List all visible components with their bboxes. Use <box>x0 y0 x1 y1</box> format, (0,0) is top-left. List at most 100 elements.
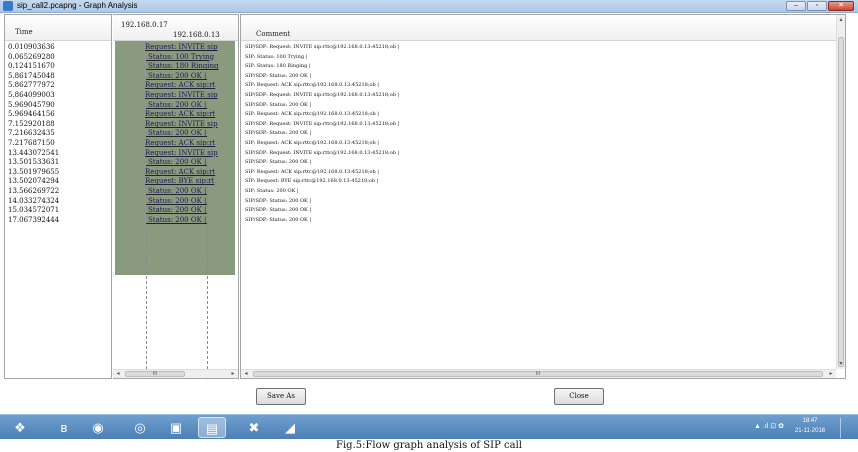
clock-date[interactable]: 21-11-2016 <box>790 428 830 434</box>
comment-cell[interactable]: SIP/SDP: Status: 200 OK | <box>245 129 311 138</box>
show-desktop-button[interactable] <box>840 418 852 438</box>
minimize-button[interactable]: – <box>786 1 806 11</box>
time-cell[interactable]: 7.152920188 <box>8 120 55 129</box>
time-cell[interactable]: 13.501979655 <box>8 168 59 177</box>
time-cell[interactable]: 7.216632435 <box>8 129 55 138</box>
flow-arrow-row[interactable]: Request: ACK sip:rt <box>115 168 235 177</box>
time-panel: Time 0.010903636 0.065269280 0.124151670 5.… <box>4 14 112 379</box>
comment-vscroll-thumb[interactable] <box>838 37 844 367</box>
wireshark-taskbar-icon[interactable]: ◢ <box>276 417 304 438</box>
flow-arrow-row[interactable]: Status: 180 Ringing <box>115 62 235 71</box>
arrow-left-line <box>146 213 207 215</box>
comment-vertical-scrollbar[interactable]: ▴ ▾ <box>836 15 845 369</box>
time-cell[interactable]: 15.034572071 <box>8 206 59 215</box>
arrow-right-line <box>146 126 207 128</box>
comment-scroll-left-arrow[interactable]: ◂ <box>242 370 250 378</box>
comment-cell[interactable]: SIP: Request: ACK sip:rttc@192.168.0.13:… <box>245 139 379 148</box>
time-cell[interactable]: 7.217687150 <box>8 139 55 148</box>
flow-scroll-left-arrow[interactable]: ◂ <box>114 370 122 378</box>
time-cell[interactable]: 13.443072541 <box>8 149 59 158</box>
figure-caption: Fig.5:Flow graph analysis of SIP call <box>336 440 522 451</box>
arrow-right-line <box>146 117 207 119</box>
bluetooth-taskbar-icon[interactable]: ʙ <box>50 417 78 438</box>
comment-cell[interactable]: SIP: Request: ACK sip:rttc@192.168.0.13:… <box>245 81 379 90</box>
close-window-button[interactable]: ✕ <box>828 1 854 11</box>
flow-arrow-row[interactable]: Request: ACK sip:rt <box>115 81 235 90</box>
time-cell[interactable]: 13.501533631 <box>8 158 59 167</box>
arrow-right-line <box>146 146 207 147</box>
time-cell[interactable]: 0.010903636 <box>8 43 55 52</box>
flow-arrow-row[interactable]: Status: 200 OK | <box>115 197 235 206</box>
comment-scroll-thumb[interactable]: III <box>253 371 823 377</box>
comment-cell[interactable]: SIP/SDP: Request: INVITE sip:rttc@192.16… <box>245 43 399 52</box>
comment-cell[interactable]: SIP/SDP: Status: 200 OK | <box>245 72 311 81</box>
flow-arrow-row[interactable]: Status: 100 Trying <box>115 53 235 62</box>
comment-cell[interactable]: SIP: Request: BYE sip:rttc@192.168.0.13:… <box>245 177 378 186</box>
flow-arrow-row[interactable]: Request: ACK sip:rt <box>115 110 235 119</box>
flow-arrow-row[interactable]: Status: 200 OK | <box>115 187 235 196</box>
time-cell[interactable]: 0.065269280 <box>8 53 55 62</box>
comment-scroll-down-arrow[interactable]: ▾ <box>837 360 845 368</box>
comment-cell[interactable]: SIP/SDP: Request: INVITE sip:rttc@192.16… <box>245 149 399 158</box>
arrow-left-line <box>146 203 207 205</box>
flow-arrow-row[interactable]: Request: INVITE sip <box>115 43 235 52</box>
comment-cell[interactable]: SIP: Request: ACK sip:rttc@192.168.0.13:… <box>245 110 379 119</box>
flow-arrow-row[interactable]: Request: INVITE sip <box>115 120 235 129</box>
flow-arrow-row[interactable]: Status: 200 OK | <box>115 72 235 81</box>
arrow-left-line <box>146 107 207 109</box>
flow-arrow-row[interactable]: Request: INVITE sip <box>115 149 235 158</box>
flow-arrow-row[interactable]: Status: 200 OK | <box>115 101 235 110</box>
time-cell[interactable]: 17.067392444 <box>8 216 59 225</box>
time-cell[interactable]: 5.862777972 <box>8 81 55 90</box>
flow-arrow-row[interactable]: Request: INVITE sip <box>115 91 235 100</box>
comment-cell[interactable]: SIP: Request: ACK sip:rttc@192.168.0.13:… <box>245 168 379 177</box>
comment-scroll-right-arrow[interactable]: ▸ <box>827 370 835 378</box>
time-cell[interactable]: 5.969045790 <box>8 101 55 110</box>
clock-time[interactable]: 18:47 <box>790 418 830 424</box>
system-tray: ▲ .ıl ⊡ ✿ 18:47 21-11-2016 <box>732 418 852 438</box>
maximize-button[interactable]: ▫ <box>807 1 827 11</box>
time-cell[interactable]: 13.502074294 <box>8 177 59 186</box>
comment-cell[interactable]: SIP: Status: 200 OK | <box>245 187 299 196</box>
comment-cell[interactable]: SIP/SDP: Request: INVITE sip:rttc@192.16… <box>245 120 399 129</box>
firefox-taskbar-icon[interactable]: ◉ <box>84 417 112 438</box>
comment-header-label: Comment <box>256 30 291 38</box>
flow-arrow-row[interactable]: Status: 200 OK | <box>115 129 235 138</box>
save-as-button[interactable]: Save As <box>256 388 306 405</box>
comment-cell[interactable]: SIP/SDP: Status: 200 OK | <box>245 158 311 167</box>
title-bar: sip_call2.pcapng - Graph Analysis – ▫ ✕ <box>0 0 858 13</box>
time-cell[interactable]: 5.969464156 <box>8 110 55 119</box>
flow-arrow-row[interactable]: Status: 200 OK | <box>115 216 235 225</box>
start-button[interactable]: ❖ <box>6 417 34 438</box>
flow-scroll-thumb[interactable]: III <box>125 371 185 377</box>
chrome-taskbar-icon[interactable]: ◎ <box>126 417 154 438</box>
time-cell[interactable]: 13.566269722 <box>8 187 59 196</box>
comment-horizontal-scrollbar[interactable]: ◂ III ▸ <box>241 369 836 378</box>
time-cell[interactable]: 14.033274324 <box>8 197 59 206</box>
screen-taskbar-icon[interactable]: ▣ <box>162 417 190 438</box>
comment-cell[interactable]: SIP/SDP: Request: INVITE sip:rttc@192.16… <box>245 91 399 100</box>
folder-taskbar-icon[interactable]: ▤ <box>198 417 226 438</box>
comment-scroll-up-arrow[interactable]: ▴ <box>837 16 845 24</box>
arrow-left-line <box>146 165 207 167</box>
comment-cell[interactable]: SIP/SDP: Status: 200 OK | <box>245 197 311 206</box>
flow-horizontal-scrollbar[interactable]: ◂ III ▸ <box>113 369 238 378</box>
comment-cell[interactable]: SIP: Status: 180 Ringing | <box>245 62 311 71</box>
close-button[interactable]: Close <box>554 388 604 405</box>
arrow-right-line <box>146 98 207 99</box>
comment-cell[interactable]: SIP/SDP: Status: 200 OK | <box>245 101 311 110</box>
flow-scroll-right-arrow[interactable]: ▸ <box>229 370 237 378</box>
comment-cell[interactable]: SIP/SDP: Status: 200 OK | <box>245 206 311 215</box>
time-cell[interactable]: 5.864099003 <box>8 91 55 100</box>
comment-cell[interactable]: SIP/SDP: Status: 200 OK | <box>245 216 311 225</box>
time-cell[interactable]: 5.861745048 <box>8 72 55 81</box>
flow-arrow-row[interactable]: Status: 200 OK | <box>115 158 235 167</box>
flow-arrow-row[interactable]: Request: ACK sip:rt <box>115 139 235 148</box>
flow-arrow-row[interactable]: Request: BYE sip:rt <box>115 177 235 186</box>
tool-taskbar-icon[interactable]: ✖ <box>240 417 268 438</box>
flow-arrow-row[interactable]: Status: 200 OK | <box>115 206 235 215</box>
tray-icons[interactable]: ▲ .ıl ⊡ ✿ <box>754 422 784 430</box>
arrow-right-line <box>146 155 207 157</box>
comment-cell[interactable]: SIP: Status: 100 Trying | <box>245 53 307 62</box>
time-cell[interactable]: 0.124151670 <box>8 62 55 71</box>
